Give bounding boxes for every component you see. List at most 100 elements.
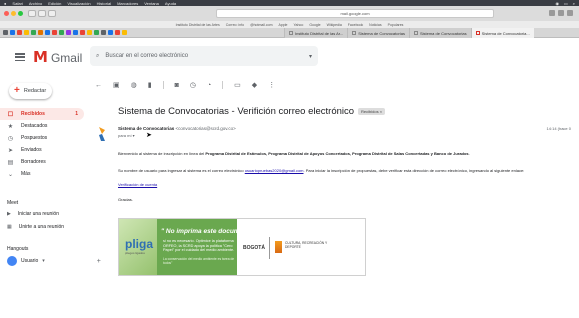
bookmark[interactable]: Wikipedia xyxy=(327,23,342,27)
sidebar-item-drafts[interactable]: ▤ Borradores xyxy=(0,156,88,168)
extension-icon[interactable] xyxy=(115,30,120,35)
sidebar-button[interactable] xyxy=(48,10,56,17)
extension-icon[interactable] xyxy=(17,30,22,35)
extension-icon[interactable] xyxy=(66,30,71,35)
extension-icon[interactable] xyxy=(24,30,29,35)
body-text: Su nombre de usuario para ingresar al si… xyxy=(118,168,245,173)
extension-icon[interactable] xyxy=(10,30,15,35)
share-icon[interactable] xyxy=(558,10,564,16)
forward-button[interactable] xyxy=(38,10,46,17)
email-link[interactable]: usuariopruebas2020@gmail.com xyxy=(245,168,304,173)
browser-tab-active[interactable]: Sistema de Convocatoria... xyxy=(470,28,534,38)
archive-icon[interactable]: ▣ xyxy=(113,81,120,89)
sender-email: <convocatorias@scrd.gov.co> xyxy=(175,126,236,131)
footer-banner: pliga pliegos ligados " No imprima este … xyxy=(118,218,366,276)
menu-item[interactable]: Ventana xyxy=(144,1,159,6)
apple-icon[interactable]: ● xyxy=(4,1,6,6)
menu-item[interactable]: Safari xyxy=(12,1,22,6)
extension-icon[interactable] xyxy=(59,30,64,35)
bookmark[interactable]: Populares xyxy=(388,23,404,27)
bookmark[interactable]: Google xyxy=(309,23,320,27)
message-subject: Sistema de Convocatorias - Verifición co… xyxy=(118,106,386,117)
extension-icon[interactable] xyxy=(52,30,57,35)
main-menu-icon[interactable] xyxy=(15,53,25,61)
label-icon[interactable]: ◆ xyxy=(252,81,257,89)
bookmark[interactable]: @hotmail.com xyxy=(250,23,272,27)
extension-icon[interactable] xyxy=(80,30,85,35)
back-arrow-icon[interactable]: ← xyxy=(95,82,102,89)
battery-icon[interactable]: ▭ xyxy=(564,1,568,6)
extension-icon[interactable] xyxy=(549,10,555,16)
extension-icon[interactable] xyxy=(3,30,8,35)
more-options-icon[interactable]: ⋮ xyxy=(268,81,275,89)
gmail-logo[interactable]: M Gmail xyxy=(33,50,82,65)
browser-tab[interactable]: Sistema de Convocatorias xyxy=(347,28,409,38)
hangouts-user[interactable]: Usuario ▾ + xyxy=(7,256,101,266)
search-options-icon[interactable]: ▾ xyxy=(309,53,312,60)
menu-item[interactable]: Edición xyxy=(48,1,61,6)
chevron-down-icon[interactable]: ▾ xyxy=(42,258,45,264)
add-to-tasks-icon[interactable]: ◔ xyxy=(207,82,211,89)
menu-item[interactable]: Visualización xyxy=(67,1,90,6)
minimize-window-button[interactable] xyxy=(11,11,16,16)
bookmark[interactable]: Noticias xyxy=(369,23,381,27)
move-to-icon[interactable]: ▭ xyxy=(234,81,241,89)
extension-icon[interactable] xyxy=(45,30,50,35)
bookmark[interactable]: Instituto Distrital de las Artes xyxy=(176,23,220,27)
screen: ● Safari Archivo Edición Visualización H… xyxy=(0,0,579,318)
verify-account-link[interactable]: Verificación de cuenta xyxy=(118,182,157,187)
mark-unread-icon[interactable]: ◙ xyxy=(175,82,179,89)
browser-tab[interactable]: Instituto Distrital de las Ar... xyxy=(284,28,348,38)
address-bar[interactable]: mail.google.com xyxy=(216,9,494,18)
bookmark[interactable]: Apple xyxy=(278,23,287,27)
menu-item[interactable]: Marcadores xyxy=(117,1,138,6)
join-meeting-item[interactable]: ▦ Unirte a una reunión xyxy=(7,224,64,230)
search-bar[interactable]: ⌕ Buscar en el correo electrónico ▾ xyxy=(90,46,318,66)
recipient-toggle[interactable]: para mí ▾ xyxy=(118,133,135,138)
back-button[interactable] xyxy=(28,10,36,17)
message-toolbar: ← ▣ ◍ ▮ ◙ ◷ ◔ ▭ ◆ ⋮ xyxy=(95,81,275,89)
sidebar-item-sent[interactable]: ➤ Enviados xyxy=(0,144,88,156)
extension-icon[interactable] xyxy=(87,30,92,35)
inbox-label-chip[interactable]: Recibidos × xyxy=(358,108,386,115)
close-window-button[interactable] xyxy=(4,11,9,16)
delete-icon[interactable]: ▮ xyxy=(148,81,152,89)
divider xyxy=(222,81,224,89)
sidebar-item-more[interactable]: ⌄ Más xyxy=(0,168,88,180)
compose-button[interactable]: + Redactar xyxy=(9,83,52,99)
search-icon[interactable]: ⌕ xyxy=(573,1,575,6)
wifi-icon[interactable]: ◉ xyxy=(555,1,559,6)
search-icon[interactable]: ⌕ xyxy=(96,53,99,60)
sidebar-item-starred[interactable]: ★ Destacados xyxy=(0,120,88,132)
bookmark[interactable]: Correo: info xyxy=(226,23,244,27)
gmail-logo-text: Gmail xyxy=(50,50,83,65)
secretaria-logo-icon xyxy=(275,241,282,253)
zoom-window-button[interactable] xyxy=(18,11,23,16)
extension-icon[interactable] xyxy=(38,30,43,35)
bookmark[interactable]: Facebook xyxy=(348,23,363,27)
sidebar-item-inbox[interactable]: ☐ Recibidos 1 xyxy=(0,108,84,120)
extension-icon[interactable] xyxy=(94,30,99,35)
report-spam-icon[interactable]: ◍ xyxy=(131,81,137,89)
extension-icon[interactable] xyxy=(101,30,106,35)
sidebar: ☐ Recibidos 1 ★ Destacados ◷ Pospuestos … xyxy=(0,108,88,180)
extension-icon[interactable] xyxy=(31,30,36,35)
new-tab-icon[interactable] xyxy=(567,10,573,16)
sidebar-item-label: Destacados xyxy=(21,123,48,129)
snooze-icon[interactable]: ◷ xyxy=(190,81,196,89)
menu-item[interactable]: Historial xyxy=(97,1,111,6)
extension-icon[interactable] xyxy=(108,30,113,35)
menu-item[interactable]: Ayuda xyxy=(165,1,176,6)
extension-icon[interactable] xyxy=(73,30,78,35)
browser-toolbar: mail.google.com xyxy=(0,6,579,21)
extension-icon[interactable] xyxy=(122,30,127,35)
add-icon[interactable]: + xyxy=(97,258,101,265)
bookmark[interactable]: Yahoo xyxy=(293,23,303,27)
browser-tab[interactable]: Sistema de Convocatorias xyxy=(408,28,471,38)
sidebar-item-snoozed[interactable]: ◷ Pospuestos xyxy=(0,132,88,144)
keyboard-icon: ▦ xyxy=(7,224,12,230)
search-input[interactable]: Buscar en el correo electrónico xyxy=(105,53,188,59)
menu-item[interactable]: Archivo xyxy=(29,1,42,6)
gmail-header: M Gmail ⌕ Buscar en el correo electrónic… xyxy=(0,38,579,78)
start-meeting-item[interactable]: ▶ Iniciar una reunión xyxy=(7,211,59,217)
